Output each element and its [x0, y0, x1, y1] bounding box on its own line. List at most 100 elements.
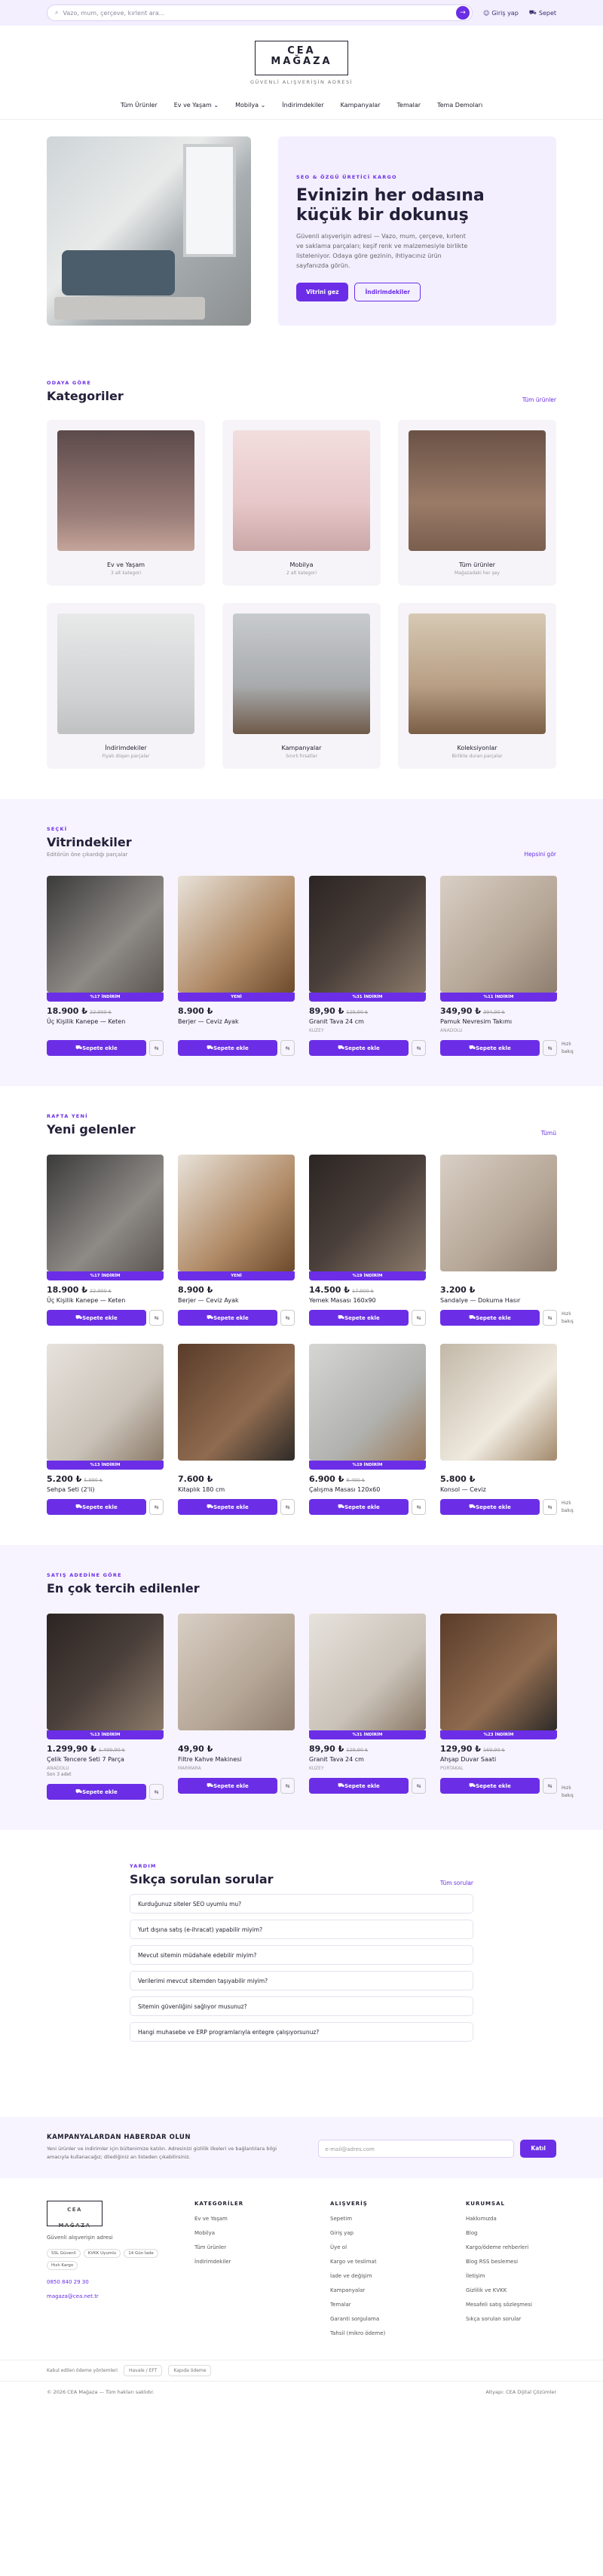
product-card[interactable]: %19 İNDİRİM 6.900 ₺ 8.490 ₺ Çalışma Masası …: [309, 1344, 426, 1515]
footer-link[interactable]: Blog RSS beslemesi: [466, 2259, 556, 2265]
category-card[interactable]: Koleksiyonlar Birlikte duran parçalar: [398, 603, 556, 769]
compare-button[interactable]: ⇆: [280, 1778, 295, 1794]
add-to-cart-button[interactable]: ⛟ Sepete ekle: [47, 1310, 146, 1326]
faq-question[interactable]: Yurt dışına satış (e-ihracat) yapabilir …: [130, 1920, 473, 1939]
add-to-cart-button[interactable]: ⛟ Sepete ekle: [440, 1310, 540, 1326]
product-image[interactable]: [309, 1344, 426, 1461]
add-to-cart-button[interactable]: ⛟ Sepete ekle: [309, 1778, 409, 1794]
nav-discounts[interactable]: İndirimdekiler: [282, 102, 323, 109]
product-card[interactable]: %11 İNDİRİM 349,90 ₺ 394,90 ₺ Pamuk Nevresi…: [440, 876, 574, 1056]
product-image[interactable]: [440, 1155, 557, 1271]
footer-link[interactable]: Sepetim: [330, 2216, 421, 2222]
faq-question[interactable]: Sitemin güvenliğini sağlıyor musunuz?: [130, 1996, 473, 2016]
all-products-link[interactable]: Tüm ürünler: [522, 396, 556, 403]
login-link[interactable]: ☺ Giriş yap: [483, 10, 519, 17]
product-card[interactable]: YENİ 8.900 ₺ Berjer — Ceviz Ayak ⛟ Sepete e…: [178, 876, 295, 1056]
footer-link[interactable]: İade ve değişim: [330, 2273, 421, 2279]
faq-question[interactable]: Mevcut sitemin müdahale edebilir miyim?: [130, 1945, 473, 1965]
product-name[interactable]: Granit Tava 24 cm: [309, 1018, 426, 1025]
product-image[interactable]: [178, 1344, 295, 1461]
product-image[interactable]: [309, 1614, 426, 1730]
footer-link[interactable]: Kampanyalar: [330, 2287, 421, 2293]
compare-button[interactable]: ⇆: [412, 1499, 426, 1515]
nav-campaigns[interactable]: Kampanyalar: [341, 102, 381, 109]
discounts-button[interactable]: İndirimdekiler: [354, 283, 421, 301]
add-to-cart-button[interactable]: ⛟ Sepete ekle: [178, 1310, 277, 1326]
footer-link[interactable]: Mobilya: [194, 2230, 285, 2236]
product-name[interactable]: Üç Kişilik Kanepe — Keten: [47, 1018, 164, 1025]
footer-link[interactable]: Tüm ürünler: [194, 2244, 285, 2250]
footer-link[interactable]: Giriş yap: [330, 2230, 421, 2236]
footer-link[interactable]: İndirimdekiler: [194, 2259, 285, 2265]
product-image[interactable]: [440, 876, 557, 993]
footer-link[interactable]: Tahsil (mikro ödeme): [330, 2330, 421, 2336]
product-card[interactable]: %19 İNDİRİM 14.500 ₺ 17.900 ₺ Yemek Masası …: [309, 1155, 426, 1326]
compare-button[interactable]: ⇆: [149, 1784, 164, 1800]
product-name[interactable]: Berjer — Ceviz Ayak: [178, 1297, 295, 1304]
footer-link[interactable]: Temalar: [330, 2302, 421, 2308]
product-image[interactable]: [47, 1344, 164, 1461]
showcase-see-all-link[interactable]: Hepsini gör: [524, 851, 556, 858]
product-card[interactable]: YENİ 8.900 ₺ Berjer — Ceviz Ayak ⛟ Sepete e…: [178, 1155, 295, 1326]
product-name[interactable]: Berjer — Ceviz Ayak: [178, 1018, 295, 1025]
add-to-cart-button[interactable]: ⛟ Sepete ekle: [178, 1778, 277, 1794]
faq-all-link[interactable]: Tüm sorular: [440, 1880, 473, 1886]
product-card[interactable]: %23 İNDİRİM 129,90 ₺ 169,90 ₺ Ahşap Duvar S…: [440, 1614, 574, 1800]
product-name[interactable]: Çalışma Masası 120x60: [309, 1486, 426, 1493]
add-to-cart-button[interactable]: ⛟ Sepete ekle: [309, 1499, 409, 1515]
category-card[interactable]: Mobilya 2 alt kategori: [222, 420, 381, 586]
product-name[interactable]: Çelik Tencere Seti 7 Parça: [47, 1756, 164, 1763]
newsletter-email-input[interactable]: e-mail@adres.com: [318, 2140, 515, 2158]
footer-link[interactable]: Sıkça sorulan sorular: [466, 2316, 556, 2322]
category-card[interactable]: İndirimdekiler Fiyatı düşen parçalar: [47, 603, 205, 769]
footer-link[interactable]: İletişim: [466, 2273, 556, 2279]
quick-view-link[interactable]: Hızlı bakış: [562, 1311, 578, 1326]
add-to-cart-button[interactable]: ⛟ Sepete ekle: [178, 1040, 277, 1056]
product-name[interactable]: Granit Tava 24 cm: [309, 1756, 426, 1763]
footer-link[interactable]: Mesafeli satış sözleşmesi: [466, 2302, 556, 2308]
compare-button[interactable]: ⇆: [280, 1499, 295, 1515]
product-image[interactable]: [178, 1155, 295, 1271]
compare-button[interactable]: ⇆: [543, 1778, 557, 1794]
compare-button[interactable]: ⇆: [149, 1040, 164, 1056]
faq-question[interactable]: Kurduğunuz siteler SEO uyumlu mu?: [130, 1894, 473, 1914]
product-name[interactable]: Sehpa Seti (2'li): [47, 1486, 164, 1493]
compare-button[interactable]: ⇆: [280, 1310, 295, 1326]
compare-button[interactable]: ⇆: [149, 1499, 164, 1515]
compare-button[interactable]: ⇆: [543, 1040, 557, 1056]
search-input[interactable]: ⌕ Vazo, mum, çerçeve, kırlent ara... →: [47, 5, 473, 21]
product-image[interactable]: [440, 1614, 557, 1730]
compare-button[interactable]: ⇆: [280, 1040, 295, 1056]
add-to-cart-button[interactable]: ⛟ Sepete ekle: [309, 1310, 409, 1326]
compare-button[interactable]: ⇆: [543, 1310, 557, 1326]
footer-email[interactable]: magaza@cea.net.tr: [47, 2293, 175, 2299]
add-to-cart-button[interactable]: ⛟ Sepete ekle: [178, 1499, 277, 1515]
compare-button[interactable]: ⇆: [412, 1040, 426, 1056]
product-name[interactable]: Sandalye — Dokuma Hasır: [440, 1297, 557, 1304]
product-name[interactable]: Filtre Kahve Makinesi: [178, 1756, 295, 1763]
product-name[interactable]: Konsol — Ceviz: [440, 1486, 557, 1493]
product-image[interactable]: [178, 1614, 295, 1730]
product-image[interactable]: [309, 876, 426, 993]
product-name[interactable]: Yemek Masası 160x90: [309, 1297, 426, 1304]
quick-view-link[interactable]: Hızlı bakış: [562, 1785, 578, 1800]
product-image[interactable]: [178, 876, 295, 993]
product-card[interactable]: 5.800 ₺ Konsol — Ceviz ⛟ Sepete ekle ⇆ Hızlı…: [440, 1344, 574, 1515]
compare-button[interactable]: ⇆: [149, 1310, 164, 1326]
credit-text[interactable]: Altyapı: CEA Dijital Çözümler: [485, 2389, 556, 2395]
category-card[interactable]: Tüm ürünler Mağazadaki her şey: [398, 420, 556, 586]
product-card[interactable]: 49,90 ₺ Filtre Kahve Makinesi MARMARA ⛟ Sep…: [178, 1614, 295, 1800]
nav-home-living[interactable]: Ev ve Yaşam ⌄: [174, 102, 219, 109]
footer-link[interactable]: Kargo/ödeme rehberleri: [466, 2244, 556, 2250]
nav-theme-demos[interactable]: Tema Demoları: [437, 102, 482, 109]
product-card[interactable]: 7.600 ₺ Kitaplık 180 cm ⛟ Sepete ekle ⇆: [178, 1344, 295, 1515]
product-card[interactable]: %17 İNDİRİM 18.900 ₺ 22.900 ₺ Üç Kişilik Ka…: [47, 876, 164, 1056]
footer-link[interactable]: Ev ve Yaşam: [194, 2216, 285, 2222]
compare-button[interactable]: ⇆: [543, 1499, 557, 1515]
add-to-cart-button[interactable]: ⛟ Sepete ekle: [47, 1499, 146, 1515]
product-image[interactable]: [47, 1614, 164, 1730]
product-image[interactable]: [309, 1155, 426, 1271]
product-card[interactable]: %13 İNDİRİM 5.200 ₺ 5.990 ₺ Sehpa Seti (2'l…: [47, 1344, 164, 1515]
footer-logo[interactable]: CEA MAĞAZA: [47, 2201, 103, 2229]
footer-link[interactable]: Hakkımızda: [466, 2216, 556, 2222]
